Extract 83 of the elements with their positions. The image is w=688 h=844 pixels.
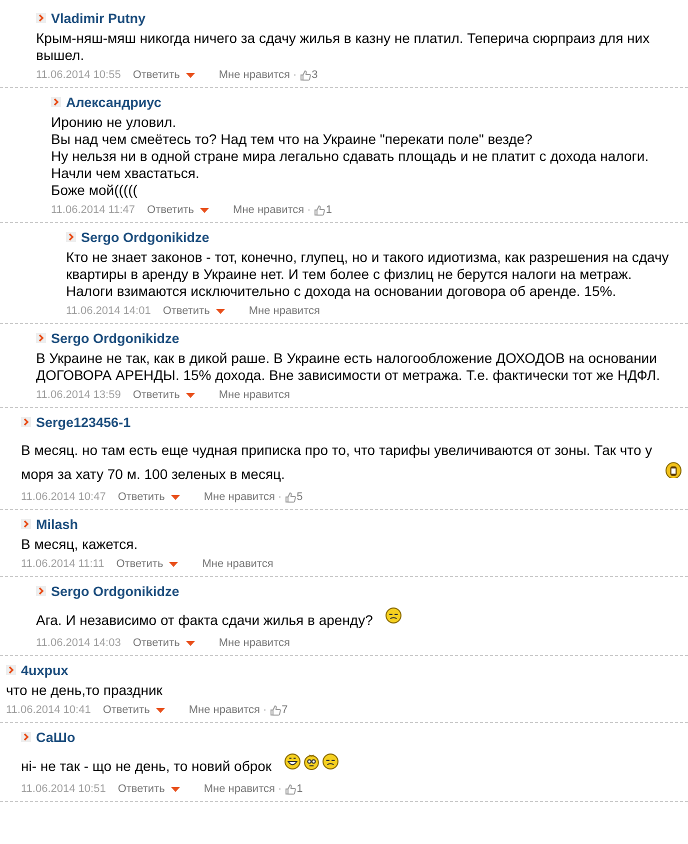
like-link[interactable]: Мне нравится <box>188 704 260 716</box>
reply-link[interactable]: Ответить <box>132 389 180 401</box>
comment-text: ні- не так - що не день, то новий оброк <box>21 757 272 776</box>
separator-dot: · <box>307 204 311 216</box>
author-link[interactable]: Vladimir Putny <box>51 10 146 26</box>
comment-date: 11.06.2014 10:55 <box>36 69 121 81</box>
emoticon-icon <box>665 461 682 478</box>
reply-link[interactable]: Ответить <box>132 69 180 81</box>
reply-link[interactable]: Ответить <box>116 558 164 570</box>
caret-icon[interactable] <box>200 208 210 212</box>
reply-link[interactable]: Ответить <box>102 704 150 716</box>
caret-icon[interactable] <box>186 392 195 398</box>
chevron-icon <box>36 13 46 23</box>
author-link[interactable]: Sergo Ordgonikidze <box>81 230 210 244</box>
like-link[interactable]: Мне нравится <box>233 204 304 216</box>
reply-link[interactable]: Ответить <box>147 204 194 216</box>
comment-date: 11.06.2014 14:01 <box>66 305 151 317</box>
comment-text: Кто не знает законов - тот, конечно, глупец, но и такого идиотизма, как разрешения на сдачу квартиры в аренду в Украине нет. И тем более с физлиц не берутся налоги на метраж. Налоги взимаются исключительно с дохода на основании договора об аренде. 15%. <box>66 249 670 300</box>
comment-date: 11.06.2014 10:47 <box>21 491 106 503</box>
comment-text: В месяц, кажется. <box>21 536 139 553</box>
reply-link[interactable]: Ответить <box>132 637 180 649</box>
comment-date: 11.06.2014 11:47 <box>51 204 136 216</box>
caret-icon[interactable] <box>170 786 180 792</box>
comment-text: Крым-няш-мяш никогда ничего за сдачу жилья в казну не платил. Теперича сюрпраиз для них вышел. <box>36 30 651 64</box>
comment-date: 11.06.2014 13:59 <box>36 389 121 401</box>
chevron-icon <box>6 665 16 675</box>
chevron-icon <box>21 732 31 742</box>
author-link[interactable]: СаШо <box>36 730 76 744</box>
like-count: 7 <box>282 704 288 716</box>
chevron-icon <box>51 97 61 107</box>
comment-date: 11.06.2014 11:11 <box>21 558 104 570</box>
like-link[interactable]: Мне нравится <box>202 558 274 570</box>
thumbs-up-icon[interactable] <box>270 704 281 716</box>
like-link[interactable]: Мне нравится <box>204 783 275 795</box>
author-link[interactable]: Serge123456-1 <box>36 414 131 430</box>
thumbs-up-icon[interactable] <box>300 70 311 80</box>
author-link[interactable]: Sergo Ordgonikidze <box>51 584 180 598</box>
caret-icon[interactable] <box>186 72 195 78</box>
like-link[interactable]: Мне нравится <box>218 69 290 81</box>
comment-text: В Украине не так, как в дикой раше. В Украине есть налогообложение ДОХОДОВ на основании ДОГОВОРА АРЕНДЫ. 15% дохода. Вне зависимости от метража. Т.е. фактически тот же НДФЛ. <box>36 350 661 384</box>
thumbs-up-icon[interactable] <box>284 784 296 794</box>
author-link[interactable]: 4uxpux <box>21 662 68 678</box>
separator-dot: · <box>262 704 267 716</box>
caret-icon[interactable] <box>156 708 165 712</box>
like-link[interactable]: Мне нравится <box>218 637 290 649</box>
comment-date: 11.06.2014 10:41 <box>6 704 91 716</box>
like-link[interactable]: Мне нравится <box>218 389 290 401</box>
emoticon-icon <box>384 607 402 624</box>
chevron-icon <box>66 232 76 242</box>
emoticon-icon <box>302 753 320 770</box>
author-link[interactable]: Milash <box>36 516 78 532</box>
reply-link[interactable]: Ответить <box>162 305 210 317</box>
reply-link[interactable]: Ответить <box>118 783 165 795</box>
comment-text: Ага. И независимо от факта сдачи жилья в аренду? <box>36 611 373 630</box>
caret-icon[interactable] <box>216 308 225 314</box>
chevron-icon <box>21 519 31 529</box>
comment-date: 11.06.2014 10:51 <box>21 783 106 795</box>
comment-text: Иронию не уловил. Вы над чем смеётесь то? Над тем что на Украине "перекати поле" везде? Ну нельзя ни в одной стране мира легально сдавать площадь и не платит с дохода налоги. Начли чем хвастаться. Боже мой((((( <box>51 114 650 199</box>
thumbs-up-icon[interactable] <box>314 204 325 216</box>
like-link[interactable]: Мне нравится <box>248 305 320 317</box>
like-count: 3 <box>312 69 318 81</box>
author-link[interactable]: Sergo Ordgonikidze <box>51 330 180 346</box>
chevron-icon <box>21 417 31 427</box>
like-count: 5 <box>296 491 303 503</box>
emoticon-icon <box>322 753 339 770</box>
author-link[interactable]: Александриус <box>66 94 162 110</box>
caret-icon[interactable] <box>186 640 195 646</box>
chevron-icon <box>36 586 46 596</box>
thumbs-up-icon[interactable] <box>284 492 296 502</box>
caret-icon[interactable] <box>169 562 178 566</box>
separator-dot: · <box>292 69 297 81</box>
chevron-icon <box>36 333 46 343</box>
like-count: 1 <box>296 783 303 795</box>
like-link[interactable]: Мне нравится <box>204 491 275 503</box>
separator-dot: · <box>278 491 282 503</box>
like-count: 1 <box>326 204 332 216</box>
comment-text: что не день,то праздник <box>6 682 164 699</box>
caret-icon[interactable] <box>170 494 180 500</box>
emoticon-icon <box>284 753 301 770</box>
comment-date: 11.06.2014 14:03 <box>36 637 121 649</box>
reply-link[interactable]: Ответить <box>118 491 165 503</box>
comment-text: В месяц. но там есть еще чудная приписка про то, что тарифы увеличиваются от зоны. Так что у моря за хату 70 м. 100 зеленых в месяц. <box>21 441 653 484</box>
separator-dot: · <box>278 783 282 795</box>
